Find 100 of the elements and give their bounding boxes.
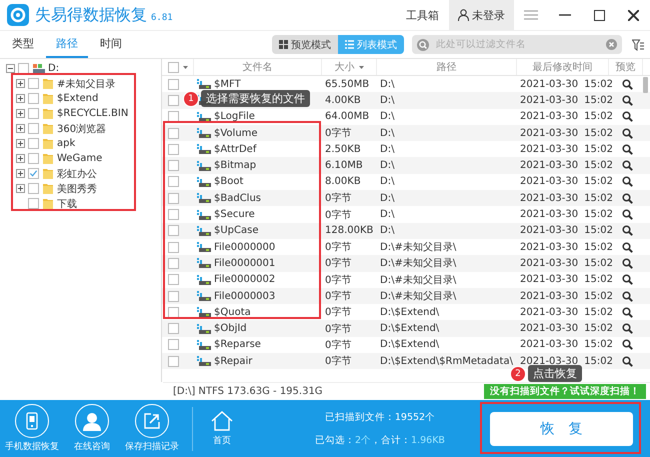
modified-time: 15:02 bbox=[584, 356, 613, 367]
tab[interactable]: 路径 bbox=[46, 31, 88, 58]
search-icon[interactable] bbox=[622, 176, 633, 188]
tab[interactable]: 类型 bbox=[2, 31, 44, 58]
search-input[interactable]: 此处可以过滤文件名 bbox=[434, 38, 601, 51]
search-icon[interactable] bbox=[622, 258, 633, 269]
search-icon[interactable] bbox=[622, 78, 633, 90]
checkbox[interactable] bbox=[18, 63, 29, 74]
folder-icon bbox=[42, 197, 54, 210]
checkbox[interactable] bbox=[28, 93, 39, 104]
expand-icon[interactable] bbox=[16, 184, 25, 193]
search-icon[interactable] bbox=[622, 323, 633, 334]
search-icon[interactable] bbox=[622, 290, 633, 302]
modified-date: 2021-03-30 bbox=[520, 306, 578, 318]
tree-item[interactable]: WeGame bbox=[57, 153, 102, 164]
checkbox[interactable] bbox=[28, 183, 39, 194]
checkbox[interactable] bbox=[168, 78, 179, 90]
expand-icon[interactable] bbox=[16, 169, 25, 178]
dropdown-icon[interactable] bbox=[182, 66, 188, 68]
column-header[interactable]: 预览 bbox=[609, 59, 643, 75]
action-button[interactable] bbox=[15, 404, 49, 438]
scrollbar-thumb[interactable] bbox=[643, 77, 648, 93]
search-icon[interactable] bbox=[622, 160, 633, 172]
column-header[interactable]: 文件名 bbox=[194, 59, 322, 75]
checkbox[interactable] bbox=[168, 225, 179, 236]
folder-icon bbox=[42, 137, 54, 150]
search-icon[interactable] bbox=[622, 144, 633, 155]
tree-item[interactable]: $RECYCLE.BIN bbox=[57, 108, 128, 119]
checkbox[interactable] bbox=[168, 176, 179, 188]
checkbox[interactable] bbox=[168, 94, 179, 106]
login-button[interactable]: 未登录 bbox=[449, 0, 514, 30]
checkbox[interactable] bbox=[28, 138, 39, 149]
action-button[interactable] bbox=[135, 404, 169, 438]
tree-item[interactable]: 美图秀秀 bbox=[57, 182, 97, 196]
checkbox[interactable] bbox=[28, 123, 39, 134]
checkbox[interactable] bbox=[168, 356, 179, 367]
modified-time: 15:02 bbox=[584, 225, 613, 236]
clear-icon[interactable] bbox=[606, 39, 617, 50]
home-icon[interactable] bbox=[211, 410, 233, 430]
checkbox[interactable] bbox=[168, 306, 179, 318]
tree-item[interactable]: 彩虹办公 bbox=[57, 166, 97, 180]
search-icon[interactable] bbox=[622, 128, 633, 139]
checkbox[interactable] bbox=[168, 62, 178, 72]
search-icon[interactable] bbox=[622, 192, 633, 204]
tree-item[interactable]: $Extend bbox=[57, 93, 98, 104]
system-file-icon bbox=[197, 241, 211, 254]
column-header[interactable]: 大小 bbox=[322, 59, 377, 75]
collapse-icon[interactable] bbox=[6, 64, 15, 73]
checkbox[interactable] bbox=[168, 209, 179, 220]
checkbox[interactable] bbox=[168, 290, 179, 302]
column-header[interactable]: 最后修改时间 bbox=[517, 59, 609, 75]
search-icon[interactable] bbox=[622, 225, 633, 236]
search-icon[interactable] bbox=[622, 94, 633, 106]
checkbox[interactable] bbox=[168, 323, 179, 334]
tab[interactable]: 时间 bbox=[90, 31, 132, 58]
file-name: $Secure bbox=[214, 209, 255, 220]
checkbox[interactable] bbox=[28, 78, 39, 89]
search-box[interactable]: 此处可以过滤文件名 bbox=[412, 35, 622, 54]
checkbox[interactable] bbox=[168, 274, 179, 286]
search-icon[interactable] bbox=[622, 306, 633, 318]
expand-icon[interactable] bbox=[16, 79, 25, 88]
toolbox-link[interactable]: 工具箱 bbox=[406, 8, 439, 22]
expand-icon[interactable] bbox=[16, 154, 25, 163]
tree-item[interactable]: apk bbox=[57, 138, 76, 149]
checkbox[interactable] bbox=[168, 192, 179, 204]
file-path: D:\ bbox=[379, 176, 396, 188]
filter-icon[interactable] bbox=[632, 38, 644, 50]
checkbox[interactable] bbox=[168, 258, 179, 269]
search-icon[interactable] bbox=[622, 339, 633, 350]
checkbox[interactable] bbox=[168, 111, 179, 122]
expand-icon[interactable] bbox=[16, 109, 25, 118]
checkbox[interactable] bbox=[28, 168, 39, 179]
tree-item[interactable]: 360浏览器 bbox=[57, 122, 106, 136]
column-header[interactable]: 路径 bbox=[377, 59, 517, 75]
search-icon[interactable] bbox=[622, 111, 633, 122]
checkbox[interactable] bbox=[168, 128, 179, 139]
search-icon[interactable] bbox=[622, 242, 633, 253]
checkbox[interactable] bbox=[168, 144, 179, 155]
expand-icon[interactable] bbox=[16, 139, 25, 148]
action-button[interactable] bbox=[75, 404, 109, 438]
file-name: $AttrDef bbox=[214, 144, 256, 155]
file-name: $Boot bbox=[214, 176, 244, 188]
tree-item[interactable]: #未知父目录 bbox=[57, 76, 116, 90]
expand-icon[interactable] bbox=[16, 94, 25, 103]
search-icon[interactable] bbox=[622, 209, 633, 220]
view-mode-toggle[interactable]: 预览模式 bbox=[272, 35, 338, 54]
checkbox[interactable] bbox=[168, 339, 179, 350]
checkbox[interactable] bbox=[168, 160, 179, 172]
file-size: 0字节 bbox=[324, 274, 352, 287]
checkbox[interactable] bbox=[28, 153, 39, 164]
file-path: D:\ bbox=[379, 111, 396, 122]
search-icon[interactable] bbox=[622, 356, 633, 367]
checkbox[interactable] bbox=[28, 108, 39, 119]
tree-item[interactable]: D: bbox=[48, 63, 60, 74]
tree-item[interactable]: 下载 bbox=[57, 196, 77, 210]
search-icon[interactable] bbox=[622, 274, 633, 286]
checkbox[interactable] bbox=[168, 242, 179, 253]
folder-icon bbox=[42, 122, 54, 135]
expand-icon[interactable] bbox=[16, 124, 25, 133]
checkbox[interactable] bbox=[28, 198, 39, 209]
